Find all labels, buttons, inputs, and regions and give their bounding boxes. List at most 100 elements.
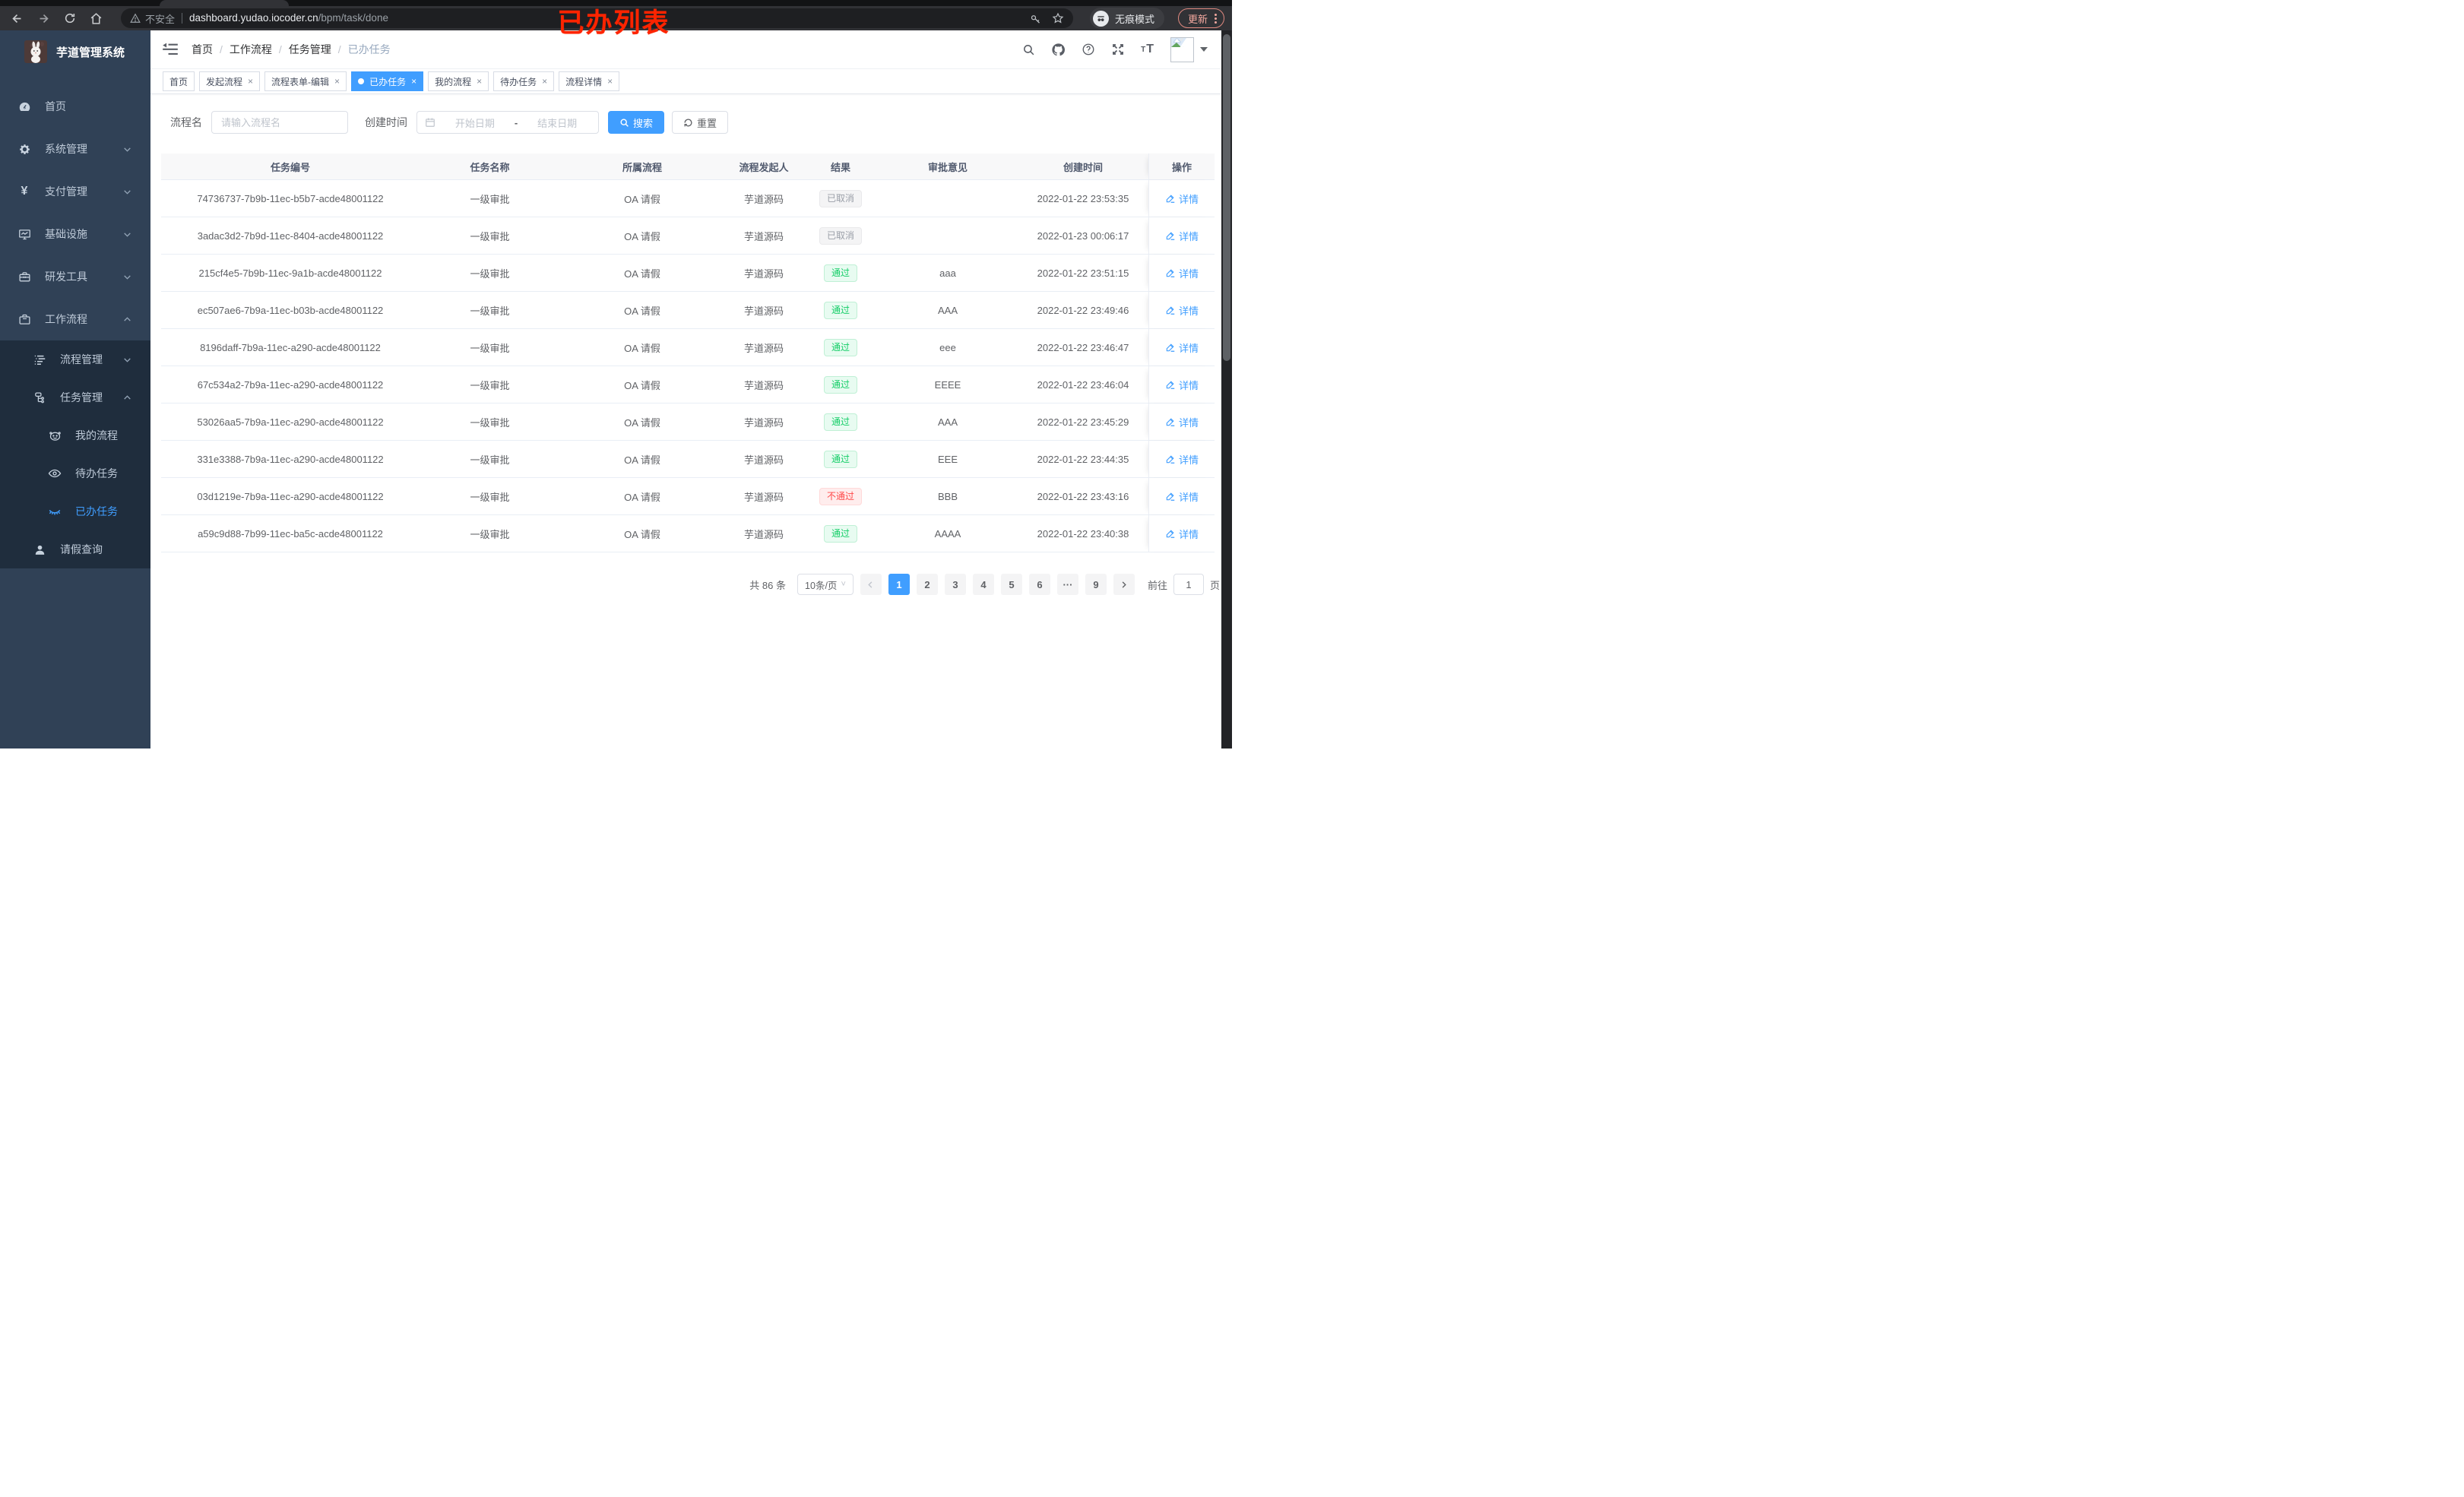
url-bar-actions <box>1030 12 1064 24</box>
tab-发起流程[interactable]: 发起流程 × <box>199 71 261 91</box>
tab-已办任务[interactable]: 已办任务 × <box>351 71 424 91</box>
fullscreen-icon[interactable] <box>1111 43 1125 56</box>
reset-button[interactable]: 重置 <box>672 111 729 134</box>
sidebar-item-研发工具[interactable]: 研发工具 <box>0 255 150 298</box>
process-name-input[interactable] <box>211 111 348 134</box>
close-icon[interactable]: × <box>607 76 613 87</box>
font-size-icon[interactable]: TT <box>1141 43 1154 56</box>
page-button-6[interactable]: 6 <box>1028 574 1050 595</box>
forward-icon[interactable] <box>37 12 50 25</box>
process-name-label: 流程名 <box>170 116 202 128</box>
cell-starter: 芋道源码 <box>743 416 784 429</box>
bookmark-star-icon[interactable] <box>1052 12 1064 24</box>
edit-icon <box>1165 528 1176 539</box>
user-avatar-menu[interactable] <box>1170 36 1208 62</box>
url-path: /bpm/task/done <box>318 12 388 24</box>
close-icon[interactable]: × <box>477 76 482 87</box>
page-scrollbar[interactable] <box>1221 30 1232 748</box>
sidebar-item-label: 支付管理 <box>45 185 87 198</box>
date-range-picker[interactable]: 开始日期 - 结束日期 <box>416 111 599 134</box>
close-icon[interactable]: × <box>411 76 416 87</box>
sidebar-menu: 首页 系统管理 ¥ 支付管理 基础设施 研发工具 工作流程 流程管理 任务管理我的流程待办任务已… <box>0 85 150 568</box>
tree-icon <box>30 391 49 404</box>
sidebar-item-label: 我的流程 <box>75 429 118 442</box>
detail-link[interactable]: 详情 <box>1165 340 1199 355</box>
detail-link[interactable]: 详情 <box>1165 191 1199 206</box>
sidebar-item-首页[interactable]: 首页 <box>0 85 150 128</box>
more-pages-icon[interactable]: ··· <box>1056 574 1078 595</box>
page-scrollbar-thumb[interactable] <box>1223 34 1230 361</box>
detail-link[interactable]: 详情 <box>1165 303 1199 318</box>
sidebar-item-流程管理[interactable]: 流程管理 <box>0 340 150 378</box>
search-button[interactable]: 搜索 <box>608 111 665 134</box>
breadcrumb-item-工作流程[interactable]: 工作流程 <box>230 42 272 57</box>
result-badge: 通过 <box>823 450 857 468</box>
edit-icon <box>1165 230 1176 241</box>
cell-task-name: 一级审批 <box>470 416 510 429</box>
cell-task-id: 67c534a2-7b9a-11ec-a290-acde48001122 <box>197 378 384 391</box>
tab-待办任务[interactable]: 待办任务 × <box>493 71 555 91</box>
detail-link[interactable]: 详情 <box>1165 266 1199 280</box>
key-icon[interactable] <box>1030 13 1041 24</box>
security-warning-icon[interactable]: 不安全 <box>130 11 175 26</box>
sidebar-item-工作流程[interactable]: 工作流程 <box>0 298 150 340</box>
close-icon[interactable]: × <box>334 76 340 87</box>
cell-result: 通过 <box>803 441 878 477</box>
browser-active-tab[interactable] <box>160 0 289 6</box>
chevron-down-icon <box>122 272 132 282</box>
tab-流程表单-编辑[interactable]: 流程表单-编辑 × <box>264 71 347 91</box>
page-button-2[interactable]: 2 <box>916 574 938 595</box>
page-button-5[interactable]: 5 <box>1000 574 1022 595</box>
cell-task-id: 8196daff-7b9a-11ec-a290-acde48001122 <box>200 341 381 353</box>
sidebar-item-支付管理[interactable]: ¥ 支付管理 <box>0 170 150 213</box>
sidebar-item-任务管理[interactable]: 任务管理 <box>0 378 150 416</box>
github-icon[interactable] <box>1051 43 1066 57</box>
prev-page-button[interactable] <box>860 574 882 595</box>
breadcrumb-item-任务管理[interactable]: 任务管理 <box>289 42 331 57</box>
sidebar-logo[interactable]: 芋道管理系统 <box>0 30 150 73</box>
back-icon[interactable] <box>11 12 24 25</box>
browser-update-button[interactable]: 更新 <box>1177 8 1224 28</box>
sidebar-item-我的流程[interactable]: 我的流程 <box>0 416 150 454</box>
goto-label: 前往 <box>1147 579 1167 591</box>
page-button-1[interactable]: 1 <box>888 574 910 595</box>
cell-comment: EEEE <box>934 378 961 391</box>
tab-我的流程[interactable]: 我的流程 × <box>428 71 489 91</box>
result-badge: 通过 <box>823 524 857 543</box>
page-button-4[interactable]: 4 <box>972 574 994 595</box>
cell-task-id: ec507ae6-7b9a-11ec-b03b-acde48001122 <box>197 304 384 316</box>
reload-icon[interactable] <box>64 12 76 24</box>
detail-link[interactable]: 详情 <box>1165 378 1199 392</box>
tab-流程详情[interactable]: 流程详情 × <box>559 71 620 91</box>
url-text[interactable]: dashboard.yudao.iocoder.cn/bpm/task/done <box>189 11 388 25</box>
detail-link[interactable]: 详情 <box>1165 489 1199 504</box>
detail-link[interactable]: 详情 <box>1165 415 1199 429</box>
close-icon[interactable]: × <box>542 76 547 87</box>
result-badge: 通过 <box>823 301 857 319</box>
sidebar-item-请假查询[interactable]: 请假查询 <box>0 530 150 568</box>
browser-menu-icon[interactable] <box>1215 13 1217 24</box>
sidebar-collapse-icon[interactable] <box>163 43 178 56</box>
page-button-3[interactable]: 3 <box>944 574 966 595</box>
close-icon[interactable]: × <box>248 76 253 87</box>
tab-首页[interactable]: 首页 <box>163 71 195 91</box>
tab-label: 流程表单-编辑 <box>271 76 330 87</box>
home-icon[interactable] <box>90 12 103 25</box>
search-icon[interactable] <box>1022 43 1035 56</box>
breadcrumb-item-首页[interactable]: 首页 <box>192 42 213 57</box>
page-size-select[interactable]: 10条/页 ˅ <box>797 574 854 595</box>
cell-process: OA 请假 <box>624 230 660 242</box>
sidebar-item-已办任务[interactable]: 已办任务 <box>0 492 150 530</box>
detail-link[interactable]: 详情 <box>1165 527 1199 541</box>
goto-page-input[interactable] <box>1173 574 1204 595</box>
page-size-value: 10条/页 <box>805 580 838 591</box>
column-header-审批意见: 审批意见 <box>927 161 968 173</box>
sidebar-item-待办任务[interactable]: 待办任务 <box>0 454 150 492</box>
detail-link[interactable]: 详情 <box>1165 452 1199 467</box>
sidebar-item-基础设施[interactable]: 基础设施 <box>0 213 150 255</box>
next-page-button[interactable] <box>1113 574 1135 595</box>
detail-link[interactable]: 详情 <box>1165 229 1199 243</box>
help-icon[interactable] <box>1082 43 1095 56</box>
page-button-9[interactable]: 9 <box>1085 574 1107 595</box>
sidebar-item-系统管理[interactable]: 系统管理 <box>0 128 150 170</box>
